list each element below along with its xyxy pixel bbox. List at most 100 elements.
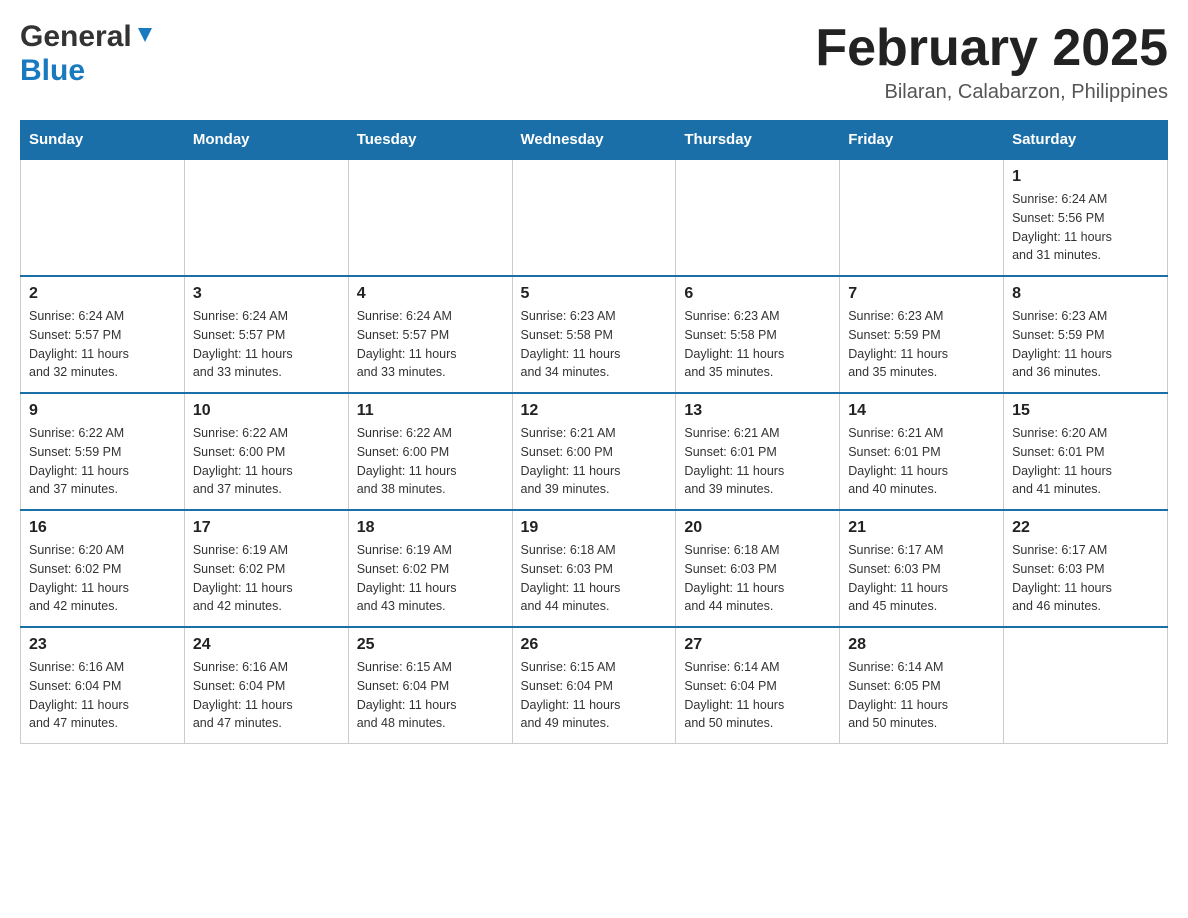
header-saturday: Saturday [1004, 121, 1168, 160]
day-number: 27 [684, 636, 831, 654]
day-number: 2 [29, 285, 176, 303]
day-number: 13 [684, 402, 831, 420]
calendar-day-cell: 21 Sunrise: 6:17 AM Sunset: 6:03 PM Dayli… [840, 510, 1004, 627]
header-wednesday: Wednesday [512, 121, 676, 160]
day-info: Sunrise: 6:14 AM Sunset: 6:04 PM Dayligh… [684, 658, 831, 733]
day-info: Sunrise: 6:19 AM Sunset: 6:02 PM Dayligh… [357, 541, 504, 616]
calendar-week-row: 1Sunrise: 6:24 AM Sunset: 5:56 PM Daylig… [21, 159, 1168, 276]
day-info: Sunrise: 6:23 AM Sunset: 5:58 PM Dayligh… [684, 307, 831, 382]
calendar-day-cell: 18 Sunrise: 6:19 AM Sunset: 6:02 PM Dayli… [348, 510, 512, 627]
day-info: Sunrise: 6:22 AM Sunset: 6:00 PM Dayligh… [193, 424, 340, 499]
calendar-week-row: 23 Sunrise: 6:16 AM Sunset: 6:04 PM Dayli… [21, 627, 1168, 744]
calendar-day-cell: 6 Sunrise: 6:23 AM Sunset: 5:58 PM Daylig… [676, 276, 840, 393]
day-info: Sunrise: 6:17 AM Sunset: 6:03 PM Dayligh… [848, 541, 995, 616]
calendar-day-cell [1004, 627, 1168, 744]
calendar-day-cell: 4 Sunrise: 6:24 AM Sunset: 5:57 PM Daylig… [348, 276, 512, 393]
day-number: 25 [357, 636, 504, 654]
day-number: 15 [1012, 402, 1159, 420]
day-info: Sunrise: 6:20 AM Sunset: 6:01 PM Dayligh… [1012, 424, 1159, 499]
calendar-day-cell [348, 159, 512, 276]
logo-blue-text: Blue [20, 54, 85, 87]
calendar-day-cell: 24 Sunrise: 6:16 AM Sunset: 6:04 PM Dayli… [184, 627, 348, 744]
calendar-day-cell [21, 159, 185, 276]
day-info: Sunrise: 6:22 AM Sunset: 6:00 PM Dayligh… [357, 424, 504, 499]
calendar-day-cell: 8 Sunrise: 6:23 AM Sunset: 5:59 PM Daylig… [1004, 276, 1168, 393]
header-tuesday: Tuesday [348, 121, 512, 160]
day-info: Sunrise: 6:21 AM Sunset: 6:00 PM Dayligh… [521, 424, 668, 499]
day-info: Sunrise: 6:18 AM Sunset: 6:03 PM Dayligh… [684, 541, 831, 616]
day-number: 12 [521, 402, 668, 420]
calendar-day-cell: 1Sunrise: 6:24 AM Sunset: 5:56 PM Daylig… [1004, 159, 1168, 276]
calendar-day-cell: 15 Sunrise: 6:20 AM Sunset: 6:01 PM Dayli… [1004, 393, 1168, 510]
calendar-day-cell: 20 Sunrise: 6:18 AM Sunset: 6:03 PM Dayli… [676, 510, 840, 627]
calendar-day-cell: 16 Sunrise: 6:20 AM Sunset: 6:02 PM Dayli… [21, 510, 185, 627]
day-number: 20 [684, 519, 831, 537]
day-number: 18 [357, 519, 504, 537]
day-number: 23 [29, 636, 176, 654]
day-info: Sunrise: 6:20 AM Sunset: 6:02 PM Dayligh… [29, 541, 176, 616]
day-info: Sunrise: 6:16 AM Sunset: 6:04 PM Dayligh… [193, 658, 340, 733]
location-text: Bilaran, Calabarzon, Philippines [815, 81, 1168, 104]
day-number: 14 [848, 402, 995, 420]
day-info: Sunrise: 6:15 AM Sunset: 6:04 PM Dayligh… [357, 658, 504, 733]
calendar-day-cell: 13Sunrise: 6:21 AM Sunset: 6:01 PM Dayli… [676, 393, 840, 510]
calendar-day-cell: 19 Sunrise: 6:18 AM Sunset: 6:03 PM Dayli… [512, 510, 676, 627]
day-number: 5 [521, 285, 668, 303]
calendar-week-row: 16 Sunrise: 6:20 AM Sunset: 6:02 PM Dayli… [21, 510, 1168, 627]
calendar-day-cell [184, 159, 348, 276]
day-number: 28 [848, 636, 995, 654]
day-number: 8 [1012, 285, 1159, 303]
day-number: 22 [1012, 519, 1159, 537]
calendar-day-cell: 22 Sunrise: 6:17 AM Sunset: 6:03 PM Dayli… [1004, 510, 1168, 627]
day-number: 6 [684, 285, 831, 303]
day-number: 11 [357, 402, 504, 420]
day-info: Sunrise: 6:22 AM Sunset: 5:59 PM Dayligh… [29, 424, 176, 499]
calendar-day-cell: 11 Sunrise: 6:22 AM Sunset: 6:00 PM Dayli… [348, 393, 512, 510]
calendar-day-cell [676, 159, 840, 276]
day-number: 4 [357, 285, 504, 303]
calendar-day-cell: 23 Sunrise: 6:16 AM Sunset: 6:04 PM Dayli… [21, 627, 185, 744]
calendar-table: Sunday Monday Tuesday Wednesday Thursday… [20, 120, 1168, 744]
calendar-week-row: 9Sunrise: 6:22 AM Sunset: 5:59 PM Daylig… [21, 393, 1168, 510]
header-thursday: Thursday [676, 121, 840, 160]
day-number: 26 [521, 636, 668, 654]
day-info: Sunrise: 6:21 AM Sunset: 6:01 PM Dayligh… [848, 424, 995, 499]
calendar-day-cell: 5 Sunrise: 6:23 AM Sunset: 5:58 PM Daylig… [512, 276, 676, 393]
day-info: Sunrise: 6:23 AM Sunset: 5:58 PM Dayligh… [521, 307, 668, 382]
day-number: 10 [193, 402, 340, 420]
day-number: 17 [193, 519, 340, 537]
day-info: Sunrise: 6:17 AM Sunset: 6:03 PM Dayligh… [1012, 541, 1159, 616]
calendar-day-cell: 3Sunrise: 6:24 AM Sunset: 5:57 PM Daylig… [184, 276, 348, 393]
day-info: Sunrise: 6:24 AM Sunset: 5:57 PM Dayligh… [357, 307, 504, 382]
title-block: February 2025 Bilaran, Calabarzon, Phili… [815, 20, 1168, 104]
day-info: Sunrise: 6:24 AM Sunset: 5:57 PM Dayligh… [29, 307, 176, 382]
day-number: 21 [848, 519, 995, 537]
day-info: Sunrise: 6:23 AM Sunset: 5:59 PM Dayligh… [1012, 307, 1159, 382]
calendar-day-cell: 2 Sunrise: 6:24 AM Sunset: 5:57 PM Daylig… [21, 276, 185, 393]
day-info: Sunrise: 6:18 AM Sunset: 6:03 PM Dayligh… [521, 541, 668, 616]
month-title: February 2025 [815, 20, 1168, 77]
calendar-day-cell: 10 Sunrise: 6:22 AM Sunset: 6:00 PM Dayli… [184, 393, 348, 510]
day-info: Sunrise: 6:24 AM Sunset: 5:57 PM Dayligh… [193, 307, 340, 382]
header-friday: Friday [840, 121, 1004, 160]
calendar-day-cell: 26 Sunrise: 6:15 AM Sunset: 6:04 PM Dayli… [512, 627, 676, 744]
calendar-day-cell: 28 Sunrise: 6:14 AM Sunset: 6:05 PM Dayli… [840, 627, 1004, 744]
calendar-day-cell: 12 Sunrise: 6:21 AM Sunset: 6:00 PM Dayli… [512, 393, 676, 510]
day-info: Sunrise: 6:15 AM Sunset: 6:04 PM Dayligh… [521, 658, 668, 733]
day-number: 24 [193, 636, 340, 654]
day-number: 16 [29, 519, 176, 537]
logo: General Blue [20, 20, 156, 88]
calendar-day-cell: 14 Sunrise: 6:21 AM Sunset: 6:01 PM Dayli… [840, 393, 1004, 510]
day-info: Sunrise: 6:23 AM Sunset: 5:59 PM Dayligh… [848, 307, 995, 382]
day-number: 19 [521, 519, 668, 537]
logo-arrow-icon [134, 24, 156, 51]
calendar-week-row: 2 Sunrise: 6:24 AM Sunset: 5:57 PM Daylig… [21, 276, 1168, 393]
day-number: 1 [1012, 168, 1159, 186]
day-info: Sunrise: 6:16 AM Sunset: 6:04 PM Dayligh… [29, 658, 176, 733]
calendar-day-cell [512, 159, 676, 276]
logo-general-text: General [20, 20, 132, 54]
header-monday: Monday [184, 121, 348, 160]
header-sunday: Sunday [21, 121, 185, 160]
calendar-day-cell [840, 159, 1004, 276]
day-info: Sunrise: 6:14 AM Sunset: 6:05 PM Dayligh… [848, 658, 995, 733]
